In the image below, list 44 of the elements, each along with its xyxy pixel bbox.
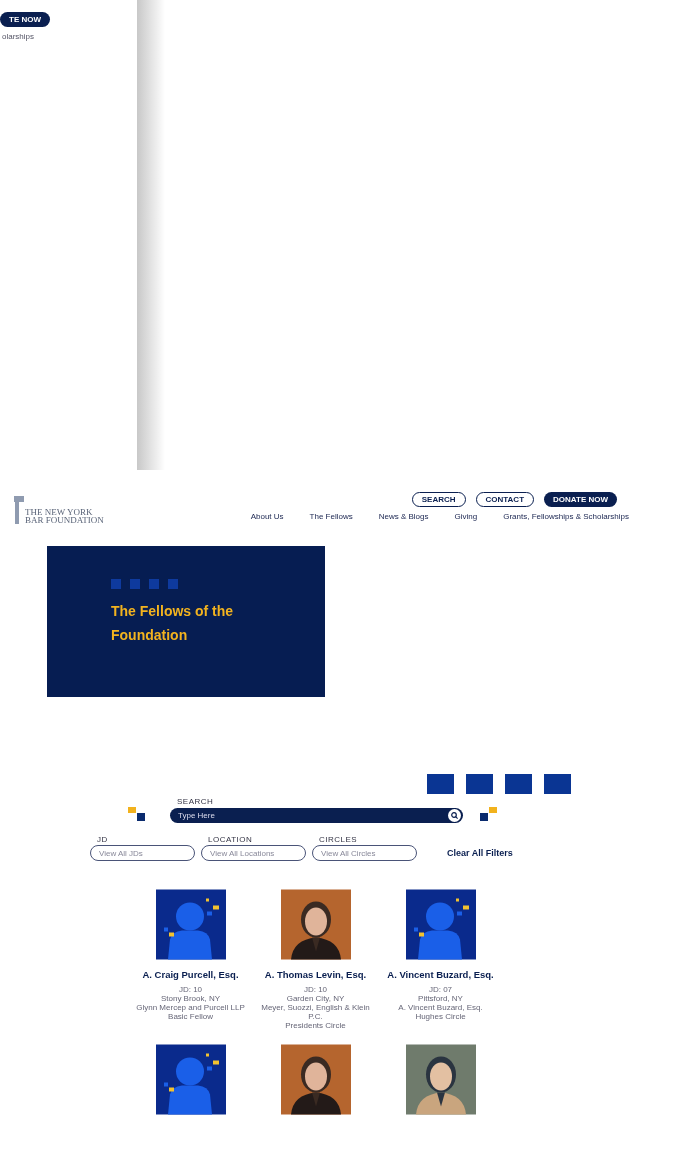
squares-icon: [128, 807, 146, 821]
fellow-detail: JD: 10: [178, 985, 203, 994]
avatar-icon: [155, 889, 226, 960]
filter-dropdown[interactable]: View All Locations: [201, 845, 306, 861]
donate-button[interactable]: TE NOW: [0, 12, 50, 27]
search-label: SEARCH: [176, 797, 215, 806]
filter-label: JD: [96, 835, 109, 844]
fellow-detail: Basic Fellow: [168, 1012, 213, 1021]
fellow-name[interactable]: A. Thomas Levin, Esq.: [264, 969, 367, 980]
fellow-name[interactable]: A. Vincent Buzard, Esq.: [387, 969, 494, 980]
fellow-detail: A. Vincent Buzard, Esq.: [398, 1003, 483, 1012]
fellow-detail: JD: 10: [303, 985, 328, 994]
filter-label: CIRCLES: [318, 835, 359, 844]
filter-dropdown[interactable]: View All JDs: [90, 845, 195, 861]
fellow-name[interactable]: A. Craig Purcell, Esq.: [142, 969, 239, 980]
nav-item[interactable]: Grants, Fellowships & Scholarships: [503, 512, 629, 521]
avatar-icon: [155, 1044, 226, 1115]
squares-icon: [480, 807, 498, 821]
header-button[interactable]: SEARCH: [411, 492, 466, 507]
avatar-icon: [405, 889, 476, 960]
header-button[interactable]: CONTACT: [475, 492, 535, 507]
donate-button[interactable]: DONATE NOW: [544, 492, 617, 507]
hero-title: The Fellows of the Foundation: [111, 602, 235, 645]
search-icon[interactable]: [448, 809, 461, 822]
nav-item[interactable]: About Us: [250, 512, 284, 521]
logo[interactable]: THE NEW YORK BAR FOUNDATION: [14, 496, 104, 524]
nav-item[interactable]: The Fellows: [309, 512, 353, 521]
fellow-detail: Meyer, Suozzi, English & Klein P.C.: [260, 1003, 371, 1021]
nav-item[interactable]: Giving: [454, 512, 478, 521]
fellow-detail: Pittsford, NY: [418, 994, 463, 1003]
filter-dropdown[interactable]: View All Circles: [312, 845, 417, 861]
nav-item[interactable]: News & Blogs: [378, 512, 429, 521]
fellow-detail: Hughes Circle: [415, 1012, 466, 1021]
fellow-detail: Presidents Circle: [285, 1021, 346, 1030]
column-icon: [14, 496, 24, 524]
nav-link[interactable]: olarships: [0, 32, 34, 41]
fellow-detail: Garden City, NY: [286, 994, 345, 1003]
search-field[interactable]: Type Here: [170, 808, 463, 823]
fellow-detail: Glynn Mercep and Purcell LLP: [136, 1003, 245, 1012]
clear-filters-link[interactable]: Clear All Filters: [447, 848, 513, 858]
fellow-detail: Stony Brook, NY: [160, 994, 221, 1003]
filter-label: LOCATION: [207, 835, 254, 844]
fellow-detail: JD: 07: [428, 985, 453, 994]
squares-icon: [111, 579, 179, 589]
